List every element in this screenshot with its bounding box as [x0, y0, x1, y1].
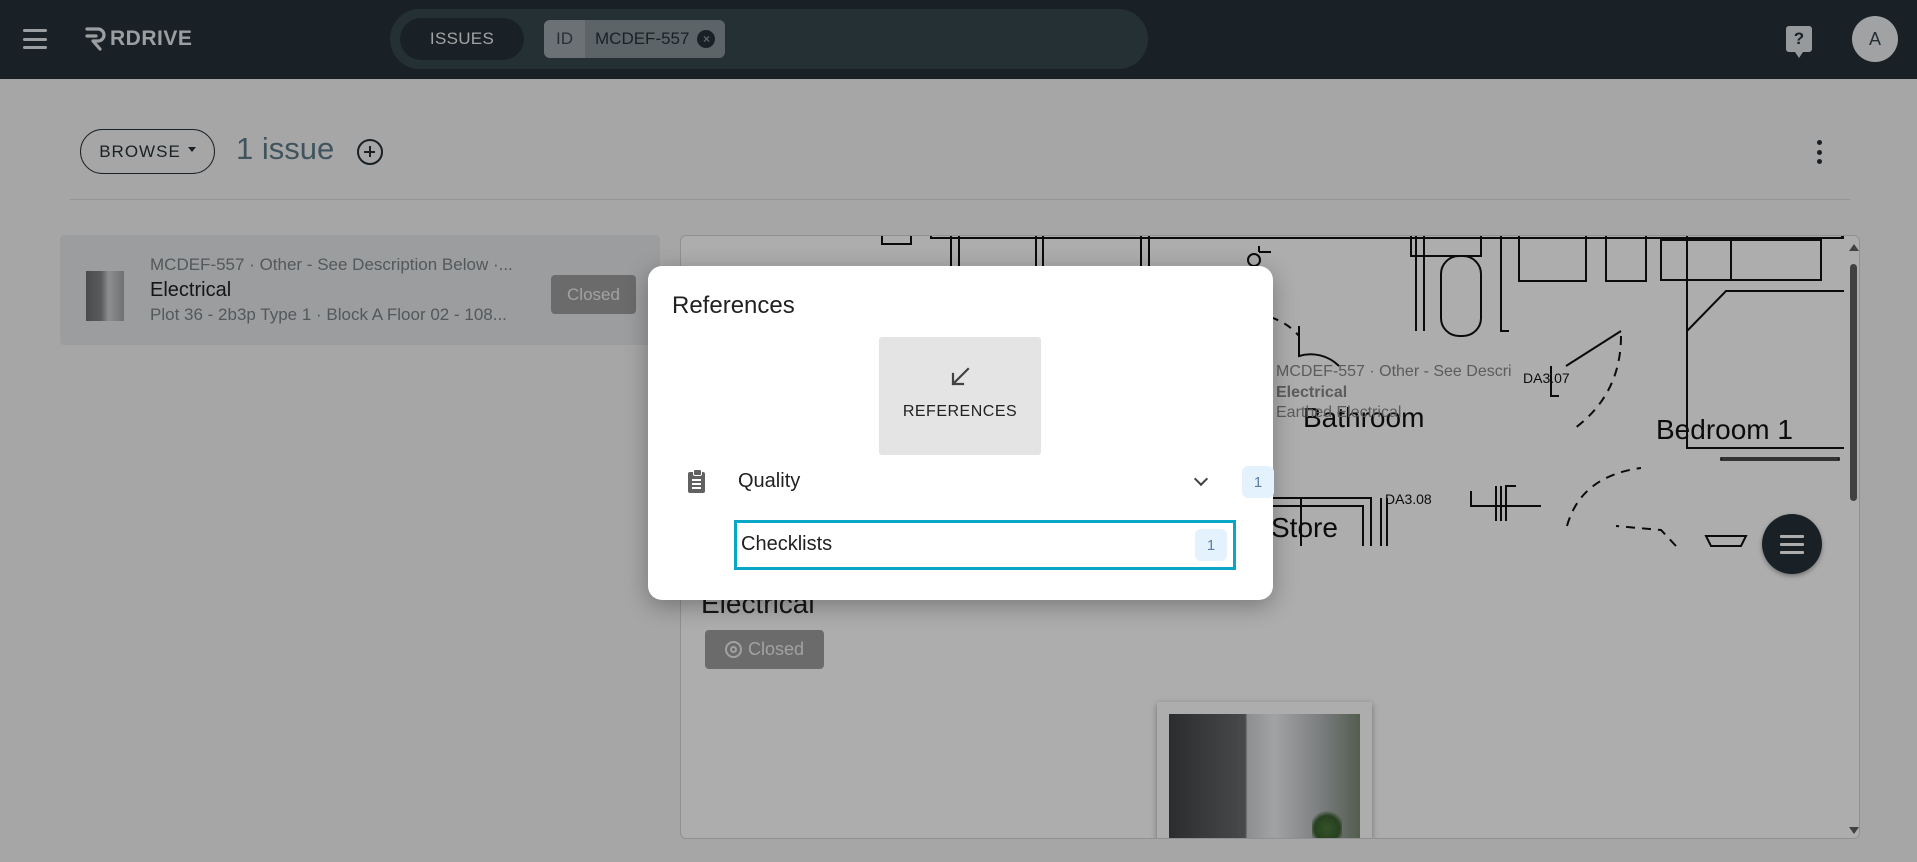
arrow-down-left-icon	[951, 367, 970, 386]
reference-item-label: Checklists	[741, 533, 833, 555]
chevron-down-icon[interactable]	[1193, 471, 1209, 487]
count-badge: 1	[1242, 466, 1274, 498]
references-dialog: References REFERENCES Quality 1 Checklis…	[648, 266, 1274, 600]
reference-group-quality[interactable]: Quality 1	[688, 462, 1274, 502]
dialog-title: References	[672, 292, 795, 319]
tab-references-label: REFERENCES	[902, 403, 1018, 420]
clipboard-icon	[688, 469, 705, 493]
reference-item-checklists[interactable]: Checklists 1	[734, 520, 1236, 570]
count-badge: 1	[1195, 529, 1227, 561]
reference-group-label: Quality	[738, 470, 801, 492]
tab-references[interactable]: REFERENCES	[879, 337, 1041, 455]
